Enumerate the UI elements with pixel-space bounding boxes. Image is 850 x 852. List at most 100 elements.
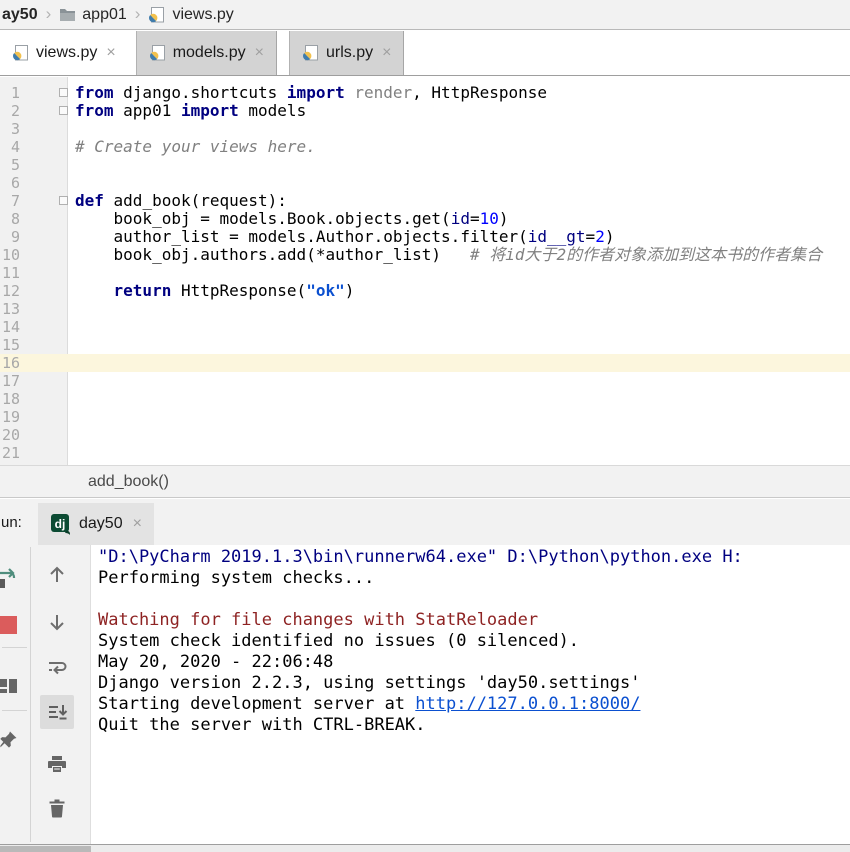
console-line: Starting development server at http://12… <box>98 694 850 715</box>
code-line <box>75 336 850 354</box>
restore-layout-button[interactable] <box>0 673 21 699</box>
code-line: return HttpResponse("ok") <box>75 282 850 300</box>
context-function[interactable]: add_book() <box>88 473 169 491</box>
up-stack-trace-button[interactable] <box>44 562 70 588</box>
line-numbers: 123456789101112131415161718192021 <box>0 84 20 462</box>
python-file-icon <box>149 44 167 62</box>
fold-marker-icon[interactable] <box>59 106 68 115</box>
context-bar: add_book() <box>0 465 850 498</box>
fold-marker-icon[interactable] <box>59 196 68 205</box>
console-output[interactable]: "D:\PyCharm 2019.1.3\bin\runnerw64.exe" … <box>90 545 850 844</box>
tab-urls-py[interactable]: urls.py × <box>289 31 404 75</box>
line-number: 20 <box>0 426 20 444</box>
toolbar-separator <box>2 710 27 711</box>
rerun-button[interactable] <box>0 565 20 591</box>
print-icon <box>46 753 68 775</box>
rerun-icon <box>0 566 19 590</box>
code-line: from app01 import models <box>75 102 850 120</box>
line-number: 17 <box>0 372 20 390</box>
django-icon: dj <box>50 513 72 535</box>
pin-icon <box>0 729 19 751</box>
horizontal-scrollbar[interactable] <box>0 844 850 852</box>
console-line: Django version 2.2.3, using settings 'da… <box>98 673 850 694</box>
console-line: Performing system checks... <box>98 568 850 589</box>
code-line: from django.shortcuts import render, Htt… <box>75 84 850 102</box>
code-editor[interactable]: 123456789101112131415161718192021 from d… <box>0 77 850 465</box>
close-icon[interactable]: × <box>106 44 115 62</box>
close-icon[interactable]: × <box>255 44 264 62</box>
line-number: 1 <box>0 84 20 102</box>
clear-trash-icon <box>46 797 68 819</box>
print-button[interactable] <box>44 751 70 777</box>
pin-tab-button[interactable] <box>0 727 21 753</box>
python-file-icon <box>148 6 166 24</box>
line-number: 11 <box>0 264 20 282</box>
code-line: # Create your views here. <box>75 138 850 156</box>
editor-tab-bar: views.py × models.py × urls.py × <box>0 31 850 76</box>
code-line <box>75 408 850 426</box>
tab-models-py[interactable]: models.py × <box>136 31 277 75</box>
code-line <box>75 318 850 336</box>
console-lines: "D:\PyCharm 2019.1.3\bin\runnerw64.exe" … <box>98 547 850 736</box>
run-config-tab-day50[interactable]: dj day50 × <box>38 503 154 545</box>
svg-text:dj: dj <box>55 517 66 531</box>
line-number: 18 <box>0 390 20 408</box>
soft-wrap-icon <box>46 657 68 679</box>
line-number: 13 <box>0 300 20 318</box>
stop-button[interactable] <box>0 612 21 638</box>
line-number: 12 <box>0 282 20 300</box>
line-number: 4 <box>0 138 20 156</box>
breadcrumb-package[interactable]: app01 <box>82 6 127 24</box>
run-toolwindow-header: un: dj day50 × <box>0 499 850 545</box>
line-number: 15 <box>0 336 20 354</box>
console-line: "D:\PyCharm 2019.1.3\bin\runnerw64.exe" … <box>98 547 850 568</box>
python-file-icon <box>302 44 320 62</box>
console-line: Watching for file changes with StatReloa… <box>98 610 850 631</box>
line-number: 6 <box>0 174 20 192</box>
fold-marker-icon[interactable] <box>59 88 68 97</box>
restore-layout-icon <box>0 675 19 697</box>
tab-label: models.py <box>173 44 246 62</box>
breadcrumb-project[interactable]: ay50 <box>2 6 38 24</box>
code-line <box>75 300 850 318</box>
close-icon[interactable]: × <box>382 44 391 62</box>
run-toolwindow-label: un: <box>0 499 32 545</box>
code-line: author_list = models.Author.objects.filt… <box>75 228 850 246</box>
python-file-icon <box>12 44 30 62</box>
tab-label: urls.py <box>326 44 373 62</box>
line-number: 14 <box>0 318 20 336</box>
stop-icon <box>0 614 19 636</box>
code-line <box>75 372 850 390</box>
code-line <box>75 264 850 282</box>
line-number: 5 <box>0 156 20 174</box>
line-number: 19 <box>0 408 20 426</box>
server-url-link[interactable]: http://127.0.0.1:8000/ <box>415 694 640 714</box>
close-icon[interactable]: × <box>133 515 142 533</box>
up-arrow-icon <box>46 564 68 586</box>
clear-console-button[interactable] <box>44 795 70 821</box>
code-line <box>75 426 850 444</box>
scroll-to-end-button[interactable] <box>40 695 74 729</box>
line-number: 7 <box>0 192 20 210</box>
horizontal-scrollbar-thumb[interactable] <box>0 846 91 852</box>
code-line <box>75 120 850 138</box>
line-number: 9 <box>0 228 20 246</box>
scroll-to-end-icon <box>46 701 68 723</box>
down-stack-trace-button[interactable] <box>44 609 70 635</box>
line-number: 2 <box>0 102 20 120</box>
line-number: 8 <box>0 210 20 228</box>
code-line <box>75 444 850 462</box>
folder-icon <box>59 7 76 22</box>
run-tab-label: day50 <box>79 515 123 533</box>
soft-wrap-button[interactable] <box>44 655 70 681</box>
console-line: System check identified no issues (0 sil… <box>98 631 850 652</box>
breadcrumb-file[interactable]: views.py <box>172 6 233 24</box>
toolbar-separator <box>2 647 27 648</box>
code-line: book_obj.authors.add(*author_list) # 将id… <box>75 246 850 264</box>
code-line <box>75 156 850 174</box>
line-number: 3 <box>0 120 20 138</box>
down-arrow-icon <box>46 611 68 633</box>
line-number: 10 <box>0 246 20 264</box>
line-number: 16 <box>0 354 20 372</box>
tab-views-py[interactable]: views.py × <box>0 31 128 75</box>
